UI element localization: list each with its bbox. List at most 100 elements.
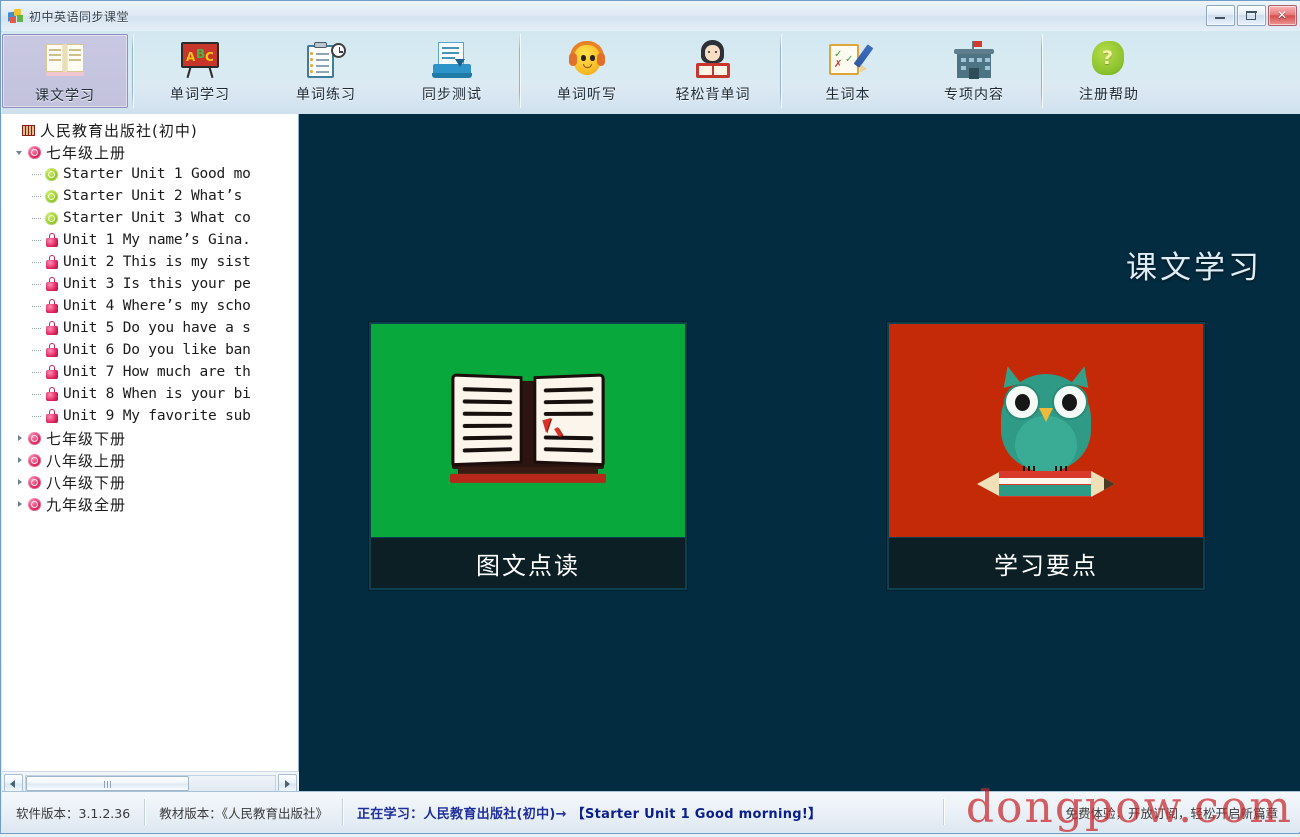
- application-window: 初中英语同步课堂 ✕ 课文学习 A B C 单词学习 单词练习 同步测试 单词听…: [0, 0, 1300, 834]
- tree-node[interactable]: 九年级全册: [6, 493, 298, 515]
- tree-connector: [32, 410, 44, 423]
- expand-arrow-icon[interactable]: [14, 476, 27, 489]
- tree-node[interactable]: 八年级下册: [6, 471, 298, 493]
- status-lesson-prefix: 正在学习：人民教育出版社(初中)→: [356, 806, 567, 822]
- tree-node-label: Unit 5 Do you have a s: [63, 320, 251, 336]
- lesson-tree-panel: 人民教育出版社(初中) 七年级上册 Starter Unit 1 Good mo St…: [2, 114, 299, 794]
- tree-node-label: Starter Unit 1 Good mo: [63, 166, 251, 182]
- grade-locked-icon: [27, 497, 42, 512]
- toolbar-separator: [519, 34, 520, 108]
- tree-node[interactable]: Unit 1 My name’s Gina.: [6, 229, 298, 251]
- locked-red-icon: [44, 387, 59, 402]
- status-lesson-unit: 【Starter Unit 1 Good morning!】: [571, 806, 822, 822]
- expand-arrow-icon[interactable]: [14, 432, 27, 445]
- scroll-right-button[interactable]: [278, 773, 297, 793]
- scrollbar-thumb[interactable]: [26, 775, 189, 791]
- toolbar-label: 同步测试: [422, 87, 482, 103]
- toolbar-button-word-study[interactable]: ABC 单词学习: [137, 34, 263, 108]
- maximize-icon: [1245, 10, 1257, 20]
- tree-node-label: Unit 8 When is your bi: [63, 386, 251, 402]
- status-divider: [942, 799, 944, 825]
- toolbar-button-special-content[interactable]: 专项内容: [911, 34, 1037, 108]
- main-body: 人民教育出版社(初中) 七年级上册 Starter Unit 1 Good mo St…: [2, 114, 1300, 794]
- tree-node-label: Unit 7 How much are th: [63, 364, 251, 380]
- toolbar-button-word-practice[interactable]: 单词练习: [263, 34, 389, 108]
- tree-node[interactable]: Unit 9 My favorite sub: [6, 405, 298, 427]
- toolbar-group-2: ABC 单词学习 单词练习 同步测试: [137, 31, 515, 114]
- toolbar-separator: [1041, 34, 1042, 108]
- tree-node-label: Unit 4 Where’s my scho: [63, 298, 251, 314]
- tree-node[interactable]: 七年级下册: [6, 427, 298, 449]
- status-textbook-version: 教材版本：《人民教育出版社》: [159, 805, 328, 821]
- scroll-left-button[interactable]: [4, 773, 23, 793]
- toolbar-label: 单词学习: [170, 87, 230, 103]
- tree-node-label: Starter Unit 3 What co: [63, 210, 251, 226]
- locked-red-icon: [44, 233, 59, 248]
- locked-red-icon: [44, 409, 59, 424]
- tree-connector: [32, 344, 44, 357]
- close-icon: ✕: [1276, 8, 1288, 22]
- minimize-button[interactable]: [1206, 5, 1235, 26]
- toolbar-button-register-help[interactable]: ? 注册帮助: [1046, 34, 1172, 108]
- tree-node[interactable]: Unit 4 Where’s my scho: [6, 295, 298, 317]
- card-picture-text-reading[interactable]: 图文点读: [369, 322, 687, 590]
- publisher-icon: [21, 123, 36, 138]
- blackboard-abc-icon: ABC: [178, 39, 222, 81]
- tree-node[interactable]: 八年级上册: [6, 449, 298, 471]
- tree-connector: [32, 300, 44, 313]
- owl-on-pencil-art: [889, 324, 1203, 537]
- girl-reading-icon: [691, 39, 735, 81]
- headphone-smiley-icon: [565, 39, 609, 81]
- grade-open-icon: [27, 145, 42, 160]
- collapse-arrow-icon[interactable]: [14, 146, 27, 159]
- locked-red-icon: [44, 299, 59, 314]
- green-head-question-icon: ?: [1087, 39, 1131, 81]
- close-button[interactable]: ✕: [1268, 5, 1297, 26]
- toolbar-button-sync-test[interactable]: 同步测试: [389, 34, 515, 108]
- expand-arrow-icon[interactable]: [14, 498, 27, 511]
- tree-node[interactable]: Starter Unit 3 What co: [6, 207, 298, 229]
- maximize-button[interactable]: [1237, 5, 1266, 26]
- scrollbar-track[interactable]: [25, 774, 276, 792]
- tree-node[interactable]: Unit 3 Is this your pe: [6, 273, 298, 295]
- tree-node[interactable]: Unit 7 How much are th: [6, 361, 298, 383]
- tree-node[interactable]: Unit 2 This is my sist: [6, 251, 298, 273]
- tree-node[interactable]: Starter Unit 2 What’s: [6, 185, 298, 207]
- toolbar-button-text-study[interactable]: 课文学习: [2, 34, 128, 108]
- unlocked-green-icon: [44, 211, 59, 226]
- expand-arrow-icon[interactable]: [14, 454, 27, 467]
- tree-node[interactable]: Unit 8 When is your bi: [6, 383, 298, 405]
- window-controls: ✕: [1206, 5, 1297, 26]
- toolbar-label: 专项内容: [944, 87, 1004, 103]
- minimize-icon: [1215, 17, 1225, 19]
- school-building-icon: [952, 39, 996, 81]
- toolbar-button-easy-memorize[interactable]: 轻松背单词: [650, 34, 776, 108]
- tree-node[interactable]: Unit 6 Do you like ban: [6, 339, 298, 361]
- toolbar-separator: [132, 34, 133, 108]
- tree-node[interactable]: Starter Unit 1 Good mo: [6, 163, 298, 185]
- toolbar-label: 生词本: [825, 87, 871, 103]
- tree-connector: [32, 278, 44, 291]
- tree-connector: [32, 212, 44, 225]
- unlocked-green-icon: [44, 189, 59, 204]
- tree-node-label: Starter Unit 2 What’s: [63, 188, 243, 204]
- tree-node[interactable]: Unit 5 Do you have a s: [6, 317, 298, 339]
- tree-connector: [32, 190, 44, 203]
- toolbar-separator: [780, 34, 781, 108]
- toolbar-button-vocab-notebook[interactable]: ✓ ✗ ✓ 生词本: [785, 34, 911, 108]
- main-toolbar: 课文学习 ABC 单词学习 单词练习 同步测试 单词听写 轻松背单词 ✓ ✗ ✓…: [2, 31, 1300, 115]
- tree-connector: [32, 234, 44, 247]
- grade-locked-icon: [27, 431, 42, 446]
- tree-node-label: Unit 2 This is my sist: [63, 254, 251, 270]
- card-study-points[interactable]: 学习要点: [887, 322, 1205, 590]
- tree-node[interactable]: 人民教育出版社(初中): [6, 119, 298, 141]
- tree-node-label: Unit 9 My favorite sub: [63, 408, 251, 424]
- content-area: 课文学习 图文点读 学习要点: [299, 114, 1300, 794]
- toolbar-button-dictation[interactable]: 单词听写: [524, 34, 650, 108]
- tree-node[interactable]: 七年级上册: [6, 141, 298, 163]
- lesson-tree[interactable]: 人民教育出版社(初中) 七年级上册 Starter Unit 1 Good mo St…: [2, 114, 298, 771]
- status-software-version: 软件版本：3.1.2.36: [16, 805, 131, 821]
- tree-connector: [32, 256, 44, 269]
- tree-node-label: 九年级全册: [46, 495, 127, 514]
- title-bar: 初中英语同步课堂 ✕: [1, 1, 1300, 32]
